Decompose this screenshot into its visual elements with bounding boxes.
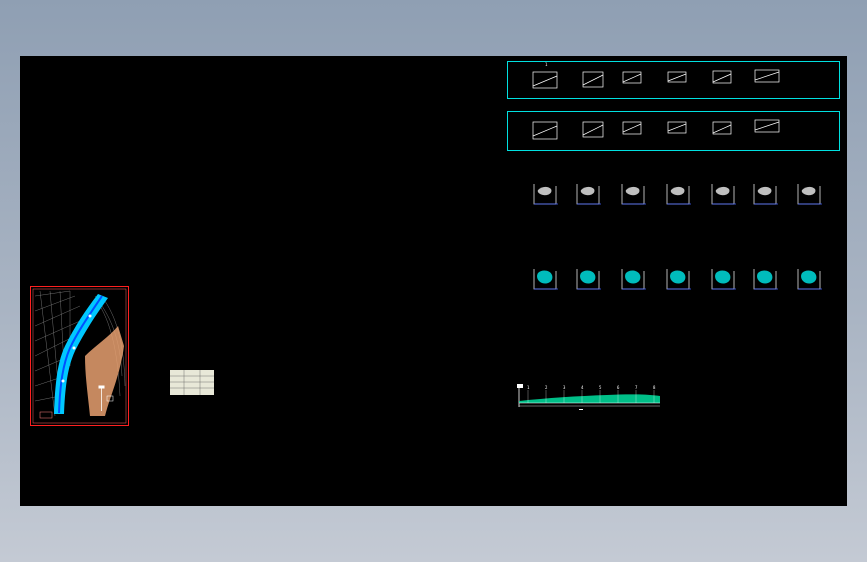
cross-section-thumbnail[interactable] (576, 269, 601, 290)
cross-section-thumbnail[interactable] (666, 269, 691, 290)
cad-model-space[interactable]: 1 1 2 3 4 5 6 7 8 (20, 56, 847, 506)
cross-section-thumbnail[interactable] (797, 269, 822, 290)
site-plan-drawing[interactable] (30, 286, 129, 426)
cross-section-thumbnail[interactable] (711, 184, 736, 205)
station-label: 5 (599, 385, 602, 390)
cross-section-thumbnail[interactable] (533, 184, 558, 205)
cross-section-thumbnail[interactable] (797, 184, 822, 205)
cross-section-thumbnail[interactable] (753, 269, 778, 290)
station-label: 3 (563, 385, 566, 390)
cross-section-thumbnail[interactable] (576, 184, 601, 205)
cross-section-thumbnail[interactable] (666, 184, 691, 205)
cross-section-thumbnail[interactable] (753, 184, 778, 205)
station-label: 7 (635, 385, 638, 390)
cross-section-thumbnail[interactable] (621, 184, 646, 205)
slope-area (85, 326, 124, 416)
cross-section-thumbnail[interactable] (711, 269, 736, 290)
row-marker: 1 (545, 62, 548, 67)
station-label: 8 (653, 385, 656, 390)
station-label: 2 (545, 385, 548, 390)
station-label: 6 (617, 385, 620, 390)
cross-section-thumbnail[interactable] (621, 269, 646, 290)
slope-section-row-2[interactable] (507, 111, 840, 151)
legend-table[interactable] (170, 370, 214, 395)
cross-section-row-1[interactable] (530, 176, 830, 208)
station-label: 4 (581, 385, 584, 390)
slope-section-row-1[interactable]: 1 (507, 61, 840, 99)
longitudinal-profile[interactable]: 1 2 3 4 5 6 7 8 (517, 381, 663, 413)
cross-section-thumbnail[interactable] (533, 269, 558, 290)
cross-section-row-2[interactable] (530, 261, 830, 297)
station-label: 1 (527, 385, 530, 390)
